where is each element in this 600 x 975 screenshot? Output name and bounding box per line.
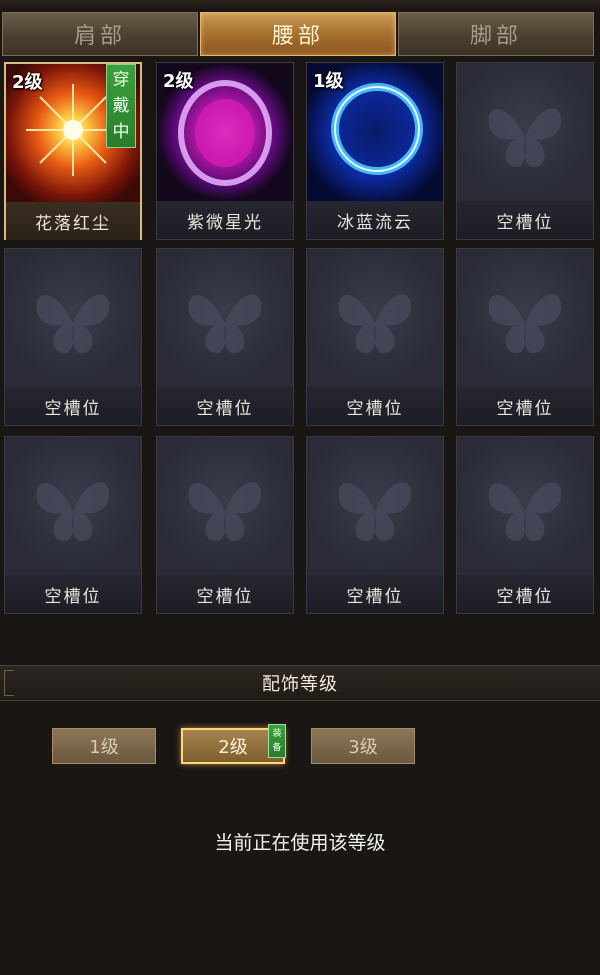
tab-shoulder[interactable]: 肩部	[2, 12, 198, 56]
slot-level: 1级	[313, 71, 344, 92]
butterfly-icon	[488, 294, 562, 353]
status-text: 当前正在使用该等级	[214, 832, 386, 854]
level-3-button[interactable]: 3级	[311, 728, 415, 764]
slot-name: 空槽位	[457, 201, 593, 239]
slot-name: 空槽位	[457, 387, 593, 425]
slot-empty[interactable]: 空槽位	[156, 436, 294, 614]
top-border	[0, 0, 600, 10]
slot-name: 冰蓝流云	[307, 201, 443, 239]
butterfly-icon	[488, 108, 562, 167]
slot-hualuohongchen[interactable]: 2级 穿戴中 花落红尘	[4, 62, 142, 240]
accessory-grid: 2级 穿戴中 花落红尘 2级 紫微星光 1级 冰蓝流云 空槽位 空槽位 空槽位 …	[0, 58, 600, 623]
slot-empty[interactable]: 空槽位	[156, 248, 294, 426]
slot-level: 2级	[163, 71, 194, 92]
slot-empty[interactable]: 空槽位	[456, 62, 594, 240]
slot-name: 空槽位	[157, 387, 293, 425]
slot-empty[interactable]: 空槽位	[456, 436, 594, 614]
level-section-header: 配饰等级	[0, 665, 600, 701]
slot-empty[interactable]: 空槽位	[4, 248, 142, 426]
slot-level: 2级	[12, 72, 43, 93]
level-1-button[interactable]: 1级	[52, 728, 156, 764]
wearing-badge: 穿戴中	[106, 64, 136, 148]
category-tabs: 肩部 腰部 脚部	[0, 12, 600, 58]
slot-empty[interactable]: 空槽位	[306, 248, 444, 426]
slot-empty[interactable]: 空槽位	[456, 248, 594, 426]
slot-name: 空槽位	[307, 387, 443, 425]
butterfly-icon	[188, 294, 262, 353]
equipped-badge: 装备	[268, 724, 286, 758]
slot-name: 花落红尘	[6, 202, 140, 240]
slot-name: 空槽位	[5, 575, 141, 613]
slot-name: 紫微星光	[157, 201, 293, 239]
slot-empty[interactable]: 空槽位	[306, 436, 444, 614]
butterfly-icon	[36, 294, 110, 353]
slot-name: 空槽位	[307, 575, 443, 613]
butterfly-icon	[36, 482, 110, 541]
slot-name: 空槽位	[457, 575, 593, 613]
section-title: 配饰等级	[262, 674, 338, 695]
butterfly-icon	[338, 482, 412, 541]
butterfly-icon	[488, 482, 562, 541]
butterfly-icon	[188, 482, 262, 541]
slot-ziweixingguang[interactable]: 2级 紫微星光	[156, 62, 294, 240]
slot-binglanliuyun[interactable]: 1级 冰蓝流云	[306, 62, 444, 240]
slot-name: 空槽位	[5, 387, 141, 425]
tab-foot[interactable]: 脚部	[398, 12, 594, 56]
slot-name: 空槽位	[157, 575, 293, 613]
butterfly-icon	[338, 294, 412, 353]
tab-waist[interactable]: 腰部	[200, 12, 396, 56]
slot-empty[interactable]: 空槽位	[4, 436, 142, 614]
